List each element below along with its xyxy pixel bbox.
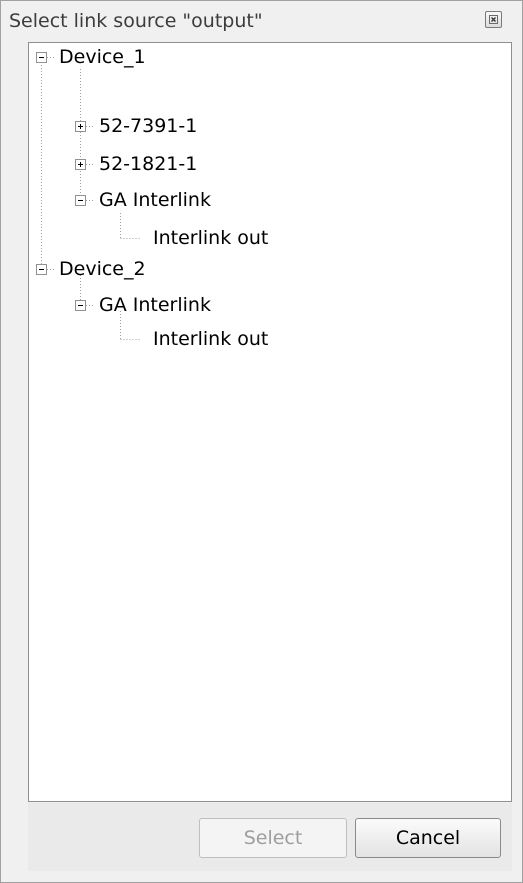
minus-glyph xyxy=(78,305,83,306)
dialog-titlebar: Select link source "output" xyxy=(1,1,522,41)
tree-item-interlink-out[interactable]: Interlink out xyxy=(153,220,268,256)
minus-glyph xyxy=(39,269,44,270)
tree-item-label: GA Interlink xyxy=(99,294,211,316)
tree-item-label: Device_2 xyxy=(59,258,146,280)
tree-item-device-1[interactable]: Device_1 xyxy=(59,39,146,75)
plus-glyph xyxy=(78,162,83,167)
tree-item-label: 52-1821-1 xyxy=(99,153,198,175)
minus-glyph xyxy=(78,200,83,201)
tree-item-ga-interlink[interactable]: GA Interlink xyxy=(99,182,211,218)
plus-glyph xyxy=(78,124,83,129)
expand-icon[interactable] xyxy=(75,159,86,170)
collapse-icon[interactable] xyxy=(36,264,47,275)
minus-glyph xyxy=(39,57,44,58)
tree-item-52-1821-1[interactable]: 52-1821-1 xyxy=(99,146,197,182)
tree-item-label: 52-7391-1 xyxy=(99,115,198,137)
tree-item-52-7391-1[interactable]: 52-7391-1 xyxy=(99,108,197,144)
expand-icon[interactable] xyxy=(75,121,86,132)
tree-item-label: Interlink out xyxy=(153,328,269,350)
collapse-icon[interactable] xyxy=(75,195,86,206)
device-tree[interactable]: Device_1 52-7391-1 52-1821-1 GA Interlin… xyxy=(28,42,512,802)
collapse-icon[interactable] xyxy=(75,300,86,311)
select-button[interactable]: Select xyxy=(199,818,347,858)
tree-item-label: Device_1 xyxy=(59,46,146,68)
close-x-glyph xyxy=(489,15,498,24)
collapse-icon[interactable] xyxy=(36,52,47,63)
tree-item-device-2[interactable]: Device_2 xyxy=(59,251,146,287)
tree-item-label: GA Interlink xyxy=(99,189,211,211)
tree-item-ga-interlink[interactable]: GA Interlink xyxy=(99,287,211,323)
tree-item-label: Interlink out xyxy=(153,227,269,249)
cancel-button[interactable]: Cancel xyxy=(355,818,501,858)
tree-item-interlink-out[interactable]: Interlink out xyxy=(153,321,268,357)
select-link-source-dialog: Select link source "output" Device_1 52-… xyxy=(0,0,523,883)
close-icon[interactable] xyxy=(485,11,502,28)
dialog-title: Select link source "output" xyxy=(9,10,263,32)
dialog-footer: Select Cancel xyxy=(28,803,512,871)
